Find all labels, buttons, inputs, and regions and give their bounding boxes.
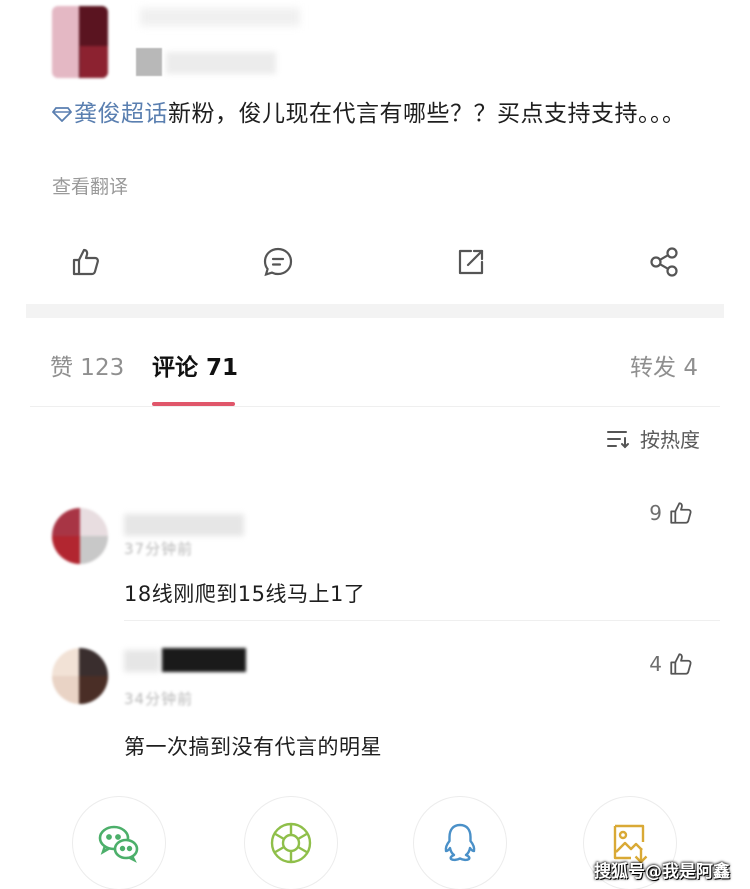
topic-label[interactable]: 龚俊超话 [74,101,168,127]
thumbs-up-icon [670,653,692,675]
tab-comments[interactable]: 评论 71 [152,348,238,382]
sort-label[interactable]: 按热度 [640,424,700,453]
comment-like-count: 9 [649,501,662,525]
comment-author-name-redaction [162,648,246,672]
comment-author-name-blur[interactable] [124,514,244,536]
translate-link[interactable]: 查看翻译 [52,172,128,199]
tab-reposts[interactable]: 转发 4 [630,348,698,382]
wechat-icon [98,825,139,863]
repost-button[interactable] [455,246,487,278]
topic-link[interactable]: 龚俊超话 [52,101,168,127]
thumbs-up-icon [670,502,692,524]
share-moments-button[interactable] [244,796,338,889]
comment-time: 34分钟前 [124,690,194,708]
comment-divider [124,620,720,621]
comment-avatar[interactable] [52,508,108,564]
post-text: 龚俊超话新粉，俊儿现在代言有哪些？？买点支持支持。。。 [52,94,692,134]
sort-toggle[interactable]: 按热度 [606,424,700,453]
moments-icon [270,822,312,864]
watermark: 搜狐号@我是阿鑫 [594,862,730,882]
qq-icon [444,823,476,862]
thumbs-up-icon [72,248,99,276]
post-author-name-blur[interactable] [136,48,162,76]
comment-icon [263,247,293,277]
comment-text: 18线刚爬到15线马上1了 [124,582,366,606]
like-button[interactable] [70,246,102,278]
comment-author-name-blur[interactable] [124,650,160,672]
share-button[interactable] [648,246,680,278]
comment-time: 37分钟前 [124,540,194,558]
post-action-bar [0,236,750,290]
post-author-avatar[interactable] [52,6,108,78]
diamond-icon [52,107,72,122]
comment-button[interactable] [262,246,294,278]
sort-icon [607,430,629,448]
tab-likes[interactable]: 赞 123 [50,348,124,382]
comment-like-count: 4 [649,652,662,676]
section-divider [26,304,724,318]
tab-divider [30,406,720,407]
post-header-blur [140,8,300,26]
share-wechat-button[interactable] [72,796,166,889]
post-author-meta-blur [166,52,276,74]
comment-like-button[interactable]: 9 [649,500,694,526]
post-body-text: 新粉，俊儿现在代言有哪些？？买点支持支持。。。 [168,101,686,127]
share-icon [650,247,678,277]
comment-avatar[interactable] [52,648,108,704]
share-qq-button[interactable] [413,796,507,889]
repost-icon [458,249,484,275]
comment-like-button[interactable]: 4 [649,651,694,677]
comment-text: 第一次搞到没有代言的明星 [124,735,382,759]
